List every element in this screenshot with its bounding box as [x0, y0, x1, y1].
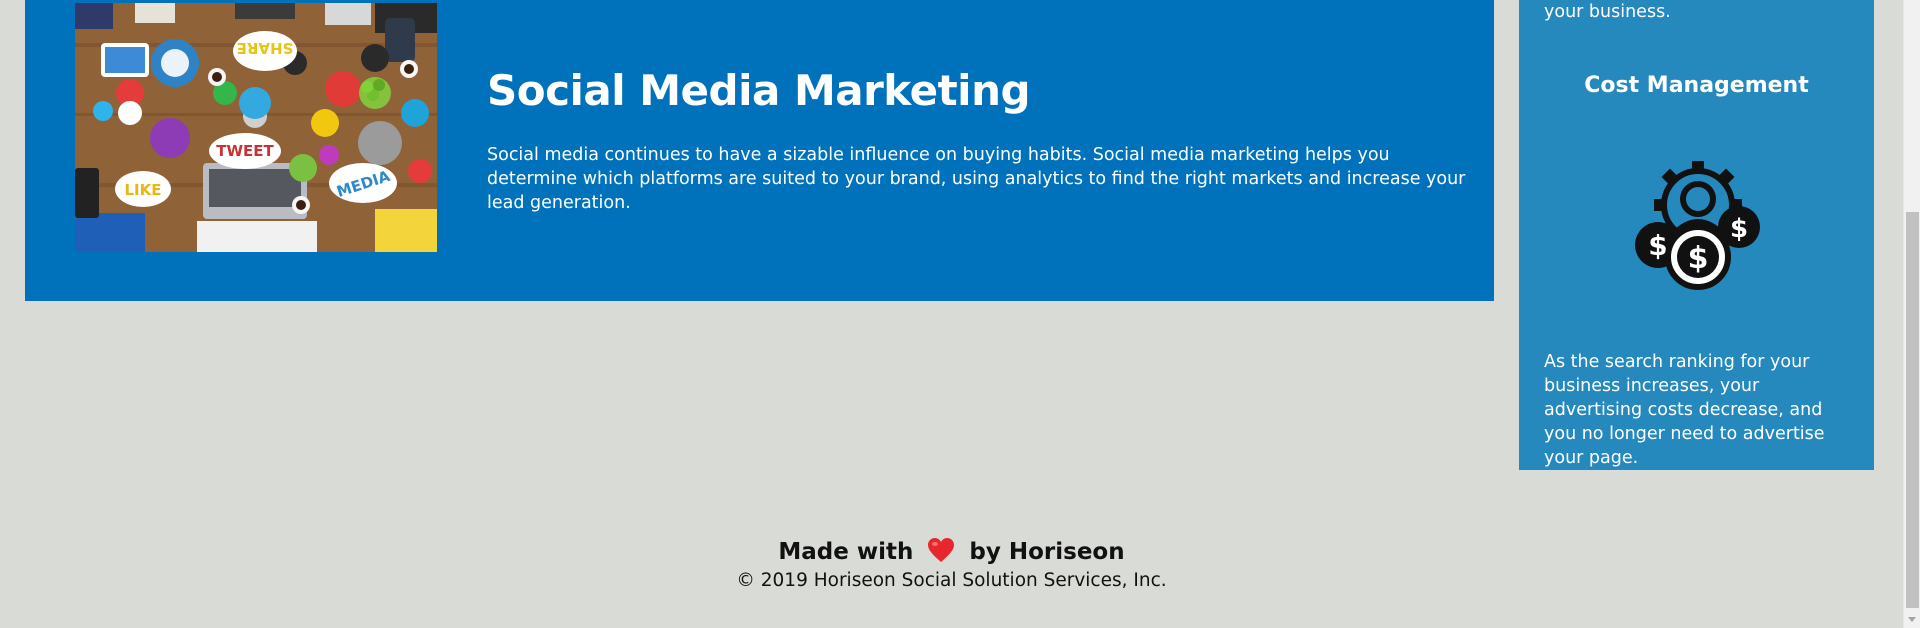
- vertical-scrollbar[interactable]: [1903, 0, 1920, 628]
- cost-management-icon: $ $ $: [1635, 161, 1760, 290]
- footer: Made with by Horiseon © 2019 Horiseon So…: [0, 535, 1903, 593]
- scroll-down-arrow-icon[interactable]: [1908, 617, 1916, 622]
- made-with-line: Made with by Horiseon: [0, 535, 1903, 569]
- made-with-prefix: Made with: [778, 539, 914, 565]
- copyright-text: © 2019 Horiseon Social Solution Services…: [736, 570, 1167, 591]
- social-media-marketing-image: SHARE TWEET LIKE MEDIA: [75, 3, 437, 252]
- service-description: Social media continues to have a sizable…: [487, 145, 1466, 213]
- image-word-share: SHARE: [237, 39, 294, 57]
- svg-text:$: $: [1730, 214, 1748, 244]
- heart-icon: [928, 538, 955, 562]
- made-with-suffix: by Horiseon: [969, 539, 1125, 565]
- benefit-description: As the search ranking for your business …: [1544, 352, 1825, 468]
- previous-benefit-text: your business.: [1544, 2, 1671, 22]
- svg-text:$: $: [1648, 229, 1667, 262]
- svg-text:$: $: [1688, 241, 1709, 276]
- social-media-marketing-card: SHARE TWEET LIKE MEDIA Social Media Mark…: [25, 0, 1494, 301]
- page: SHARE TWEET LIKE MEDIA Social Media Mark…: [0, 0, 1903, 628]
- image-word-tweet: TWEET: [216, 142, 274, 160]
- image-word-like: LIKE: [124, 181, 161, 199]
- benefits-sidebar: your business. Cost Management $ $ $ As …: [1519, 0, 1874, 470]
- scrollbar-thumb[interactable]: [1906, 212, 1919, 608]
- benefit-title: Cost Management: [1584, 73, 1809, 98]
- service-title: Social Media Marketing: [487, 66, 1031, 115]
